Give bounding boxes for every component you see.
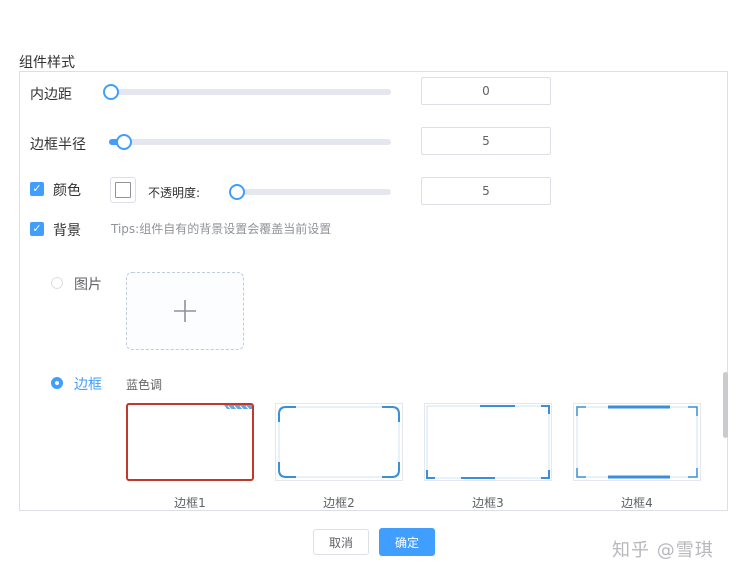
padding-input[interactable]: 0 [421,77,551,105]
frame-4-decoration [576,405,698,479]
confirm-button[interactable]: 确定 [379,528,435,556]
color-swatch-inner [115,182,131,198]
padding-label: 内边距 [30,87,72,103]
background-checkbox[interactable]: ✓ [30,222,44,236]
border-card-3[interactable] [424,403,552,481]
background-tips: Tips:组件自有的背景设置会覆盖当前设置 [111,222,332,236]
opacity-slider[interactable] [229,184,391,200]
opacity-input[interactable]: 5 [421,177,551,205]
color-checkbox[interactable]: ✓ [30,182,44,196]
check-icon: ✓ [32,182,42,195]
plus-icon [174,300,196,322]
radius-slider-thumb[interactable] [116,134,132,150]
image-upload[interactable] [126,272,244,350]
style-panel: 内边距 0 边框半径 5 ✓ 颜色 不透明度: 5 ✓ 背景 Tips:组件自有… [19,71,728,511]
frame-2-decoration [278,406,400,478]
border-card-2-label: 边框2 [323,496,355,510]
check-icon: ✓ [32,222,42,235]
radius-label: 边框半径 [30,137,86,153]
border-card-3-label: 边框3 [472,496,504,510]
border-card-4-label: 边框4 [621,496,653,510]
padding-slider-thumb[interactable] [103,84,119,100]
color-picker[interactable] [110,177,136,203]
border-radio[interactable] [51,377,63,389]
border-card-1-label: 边框1 [174,496,206,510]
border-card-1[interactable] [126,403,254,481]
image-radio[interactable] [51,277,63,289]
image-option-label[interactable]: 图片 [74,274,102,294]
radius-slider[interactable] [109,134,391,150]
radius-input[interactable]: 5 [421,127,551,155]
watermark: 知乎 @雪琪 [612,540,714,561]
panel-scrollbar[interactable] [723,372,728,438]
opacity-label: 不透明度: [148,186,201,200]
border-card-2[interactable] [275,403,403,481]
frame-1-decoration [224,405,252,410]
section-title: 组件样式 [19,55,75,71]
background-label: 背景 [53,223,81,239]
frame-3-decoration [426,405,550,479]
border-card-4[interactable] [573,403,701,481]
border-option-label[interactable]: 边框 [74,374,102,394]
border-group-label: 蓝色调 [126,378,163,392]
cancel-button[interactable]: 取消 [313,529,369,555]
color-label: 颜色 [53,183,81,199]
opacity-slider-thumb[interactable] [229,184,245,200]
padding-slider[interactable] [103,84,391,100]
